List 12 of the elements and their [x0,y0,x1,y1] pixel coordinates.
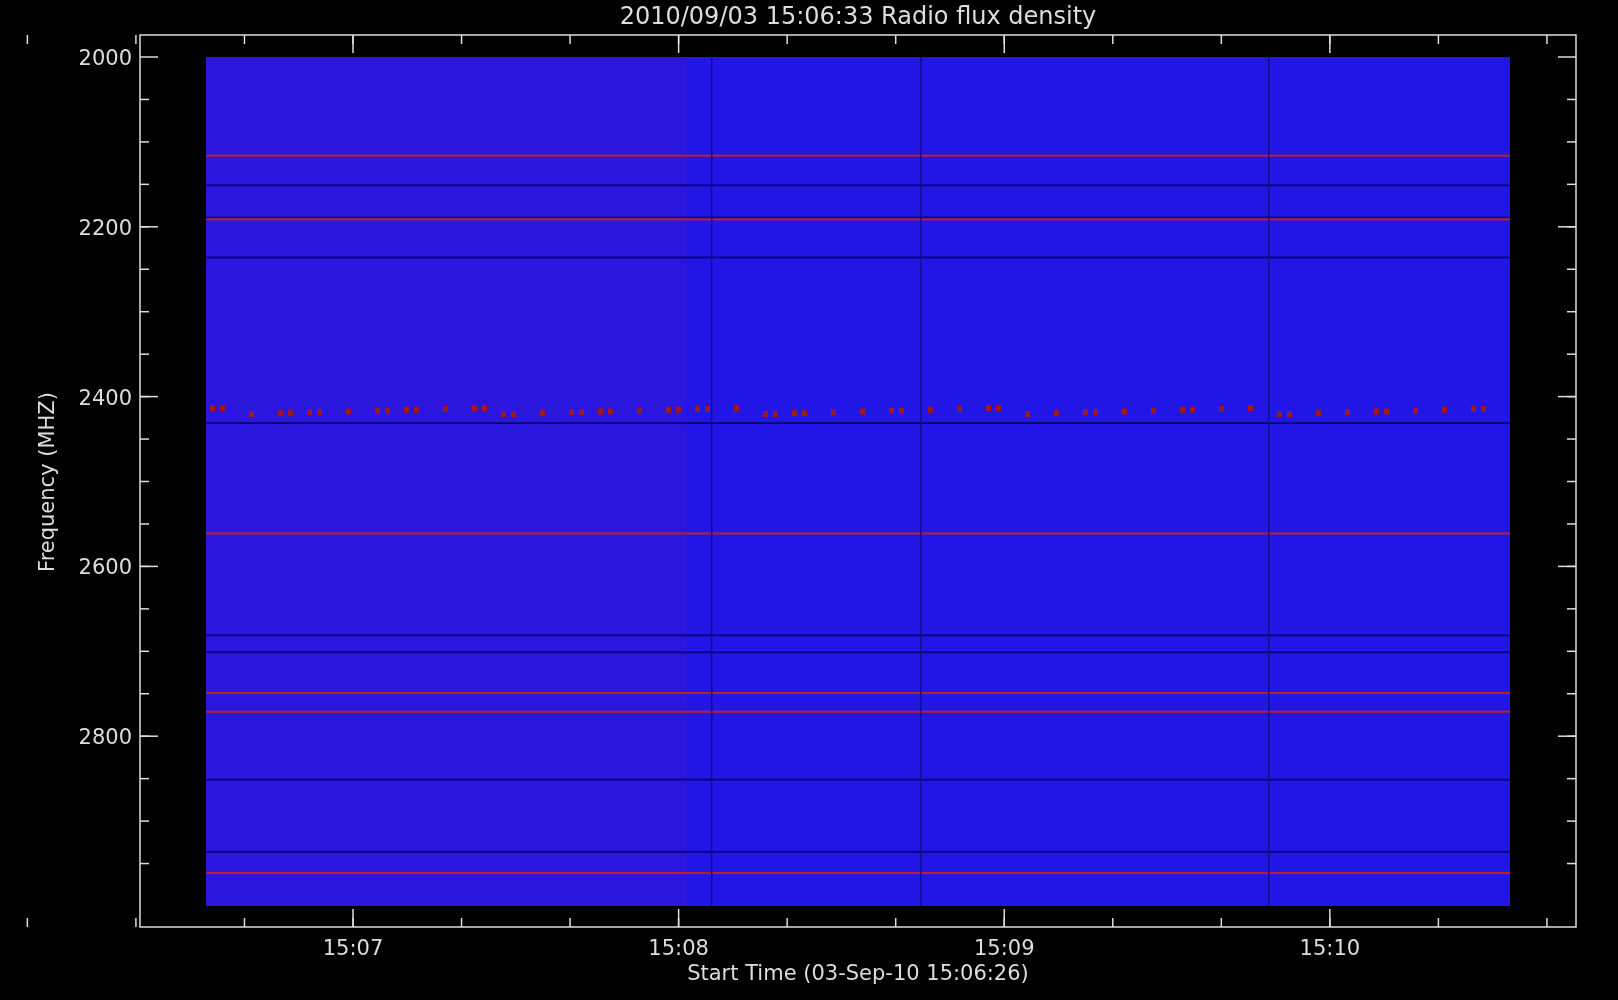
tick-label: 2000 [78,46,132,70]
tick-label: 15:10 [1299,936,1361,960]
chart-title: 2010/09/03 15:06:33 Radio flux density [619,2,1097,30]
tick-label: 15:08 [648,936,709,960]
tick-label: 2200 [78,215,132,240]
tick-label: 2600 [78,555,132,580]
tick-label: 15:09 [973,936,1035,960]
tick-label: 15:07 [322,936,384,960]
axis-title: Frequency (MHZ) [35,392,59,572]
tick-label: 2800 [78,725,132,750]
tick-label: 2400 [78,385,132,410]
axis-title: Start Time (03-Sep-10 15:06:26) [687,961,1029,985]
